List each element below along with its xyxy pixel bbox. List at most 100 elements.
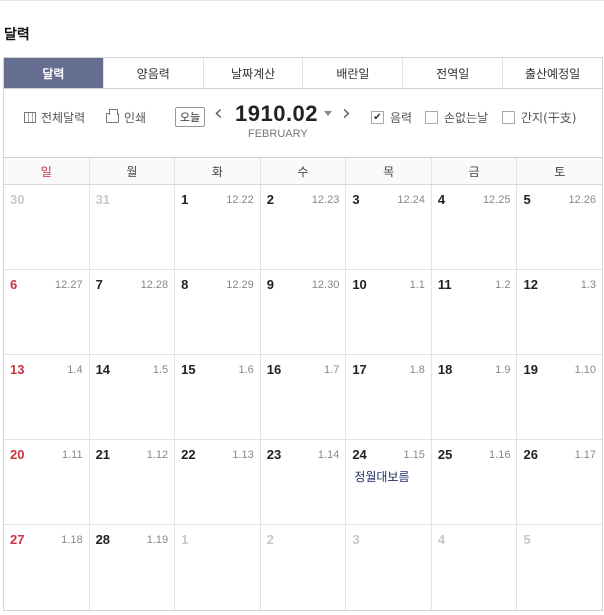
day-cell[interactable]: 21 1.12 [88,440,175,524]
day-number: 22 [181,447,196,462]
tab-date-calc[interactable]: 날짜계산 [202,58,303,88]
day-cell[interactable]: 26 1.17 [516,440,602,524]
day-cell[interactable]: 9 12.30 [259,270,346,354]
calendar-week: 13 1.4 14 1.5 15 1.6 16 1.7 17 1.8 18 1.9 19 1.… [4,355,602,440]
day-cell[interactable]: 15 1.6 [174,355,260,439]
lunar-date: 1.16 [489,449,511,461]
day-number: 11 [437,277,452,292]
print-button[interactable]: 인쇄 [106,108,147,126]
day-number: 24 [352,447,367,462]
day-cell[interactable]: 13 1.4 [4,355,89,439]
year-month-display[interactable]: 1910.02 [235,101,318,127]
day-number: 7 [95,277,103,292]
day-cell[interactable]: 10 1.1 [345,270,431,354]
day-number: 26 [523,447,538,462]
page-title: 달력 [4,27,30,43]
lunar-date: 1.10 [574,364,597,376]
weekday-mon: 월 [88,158,175,184]
weekday-tue: 화 [174,158,260,184]
day-cell[interactable]: 3 [345,525,431,610]
auspicious-day-label: 손없는날 [444,111,489,125]
day-cell[interactable]: 16 1.7 [259,355,346,439]
lunar-date: 1.12 [146,449,169,461]
day-number: 18 [437,362,453,377]
day-cell[interactable]: 4 [430,525,517,610]
tab-solar-lunar[interactable]: 양음력 [102,58,203,88]
month-english: FEBRUARY [248,128,308,140]
caret-down-icon[interactable] [324,111,332,116]
calendar-week: 20 1.11 21 1.12 22 1.13 23 1.14 24 1.15 정월대보름 … [4,440,602,525]
day-cell[interactable]: 5 12.26 [516,185,602,269]
day-number: 3 [352,192,360,207]
day-number: 20 [10,447,25,462]
day-cell[interactable]: 28 1.19 [88,525,175,610]
day-number: 23 [266,447,282,462]
chevron-right-icon[interactable]: › [342,103,351,125]
day-number: 19 [523,362,538,377]
day-cell[interactable]: 23 1.14 [259,440,346,524]
lunar-label: 음력 [390,111,413,125]
lunar-date: 1.7 [324,364,340,376]
day-cell[interactable]: 17 1.8 [345,355,431,439]
chevron-left-icon[interactable]: ‹ [214,103,223,125]
day-cell[interactable]: 27 1.18 [4,525,89,610]
tab-due-date[interactable]: 출산예정일 [502,58,602,88]
day-cell[interactable]: 31 [88,185,175,269]
day-cell[interactable]: 30 [4,185,89,269]
lunar-date: 1.11 [61,449,83,461]
day-cell[interactable]: 8 12.29 [174,270,260,354]
lunar-date: 1.19 [146,534,169,546]
day-cell[interactable]: 25 1.16 [430,440,517,524]
tab-calendar[interactable]: 달력 [4,58,103,88]
calendar-week: 27 1.18 28 1.19 1 2 3 4 5 [4,525,602,610]
day-number: 28 [95,532,111,547]
day-cell[interactable]: 22 1.13 [174,440,260,524]
tab-discharge-date[interactable]: 전역일 [402,58,503,88]
day-cell[interactable]: 3 12.24 [345,185,431,269]
full-calendar-label: 전체달력 [41,111,86,125]
calendar-week: 30 31 1 12.22 2 12.23 3 12.24 4 12.25 5 12.26 [4,185,602,270]
day-cell[interactable]: 2 12.23 [259,185,346,269]
weekday-header: 일 월 화 수 목 금 토 [4,158,602,185]
calendar-week: 6 12.27 7 12.28 8 12.29 9 12.30 10 1.1 11 1.2 … [4,270,602,355]
day-number: 25 [437,447,453,462]
ganji-checkbox[interactable]: 간지(干支) [502,109,576,126]
lunar-checkbox[interactable]: ✔ 음력 [371,109,412,126]
today-button[interactable]: 오늘 [175,107,205,127]
day-number: 3 [352,532,360,547]
weekday-sun: 일 [40,164,52,179]
day-cell[interactable]: 4 12.25 [430,185,517,269]
day-cell[interactable]: 7 12.28 [88,270,175,354]
lunar-date: 12.30 [311,279,340,291]
lunar-date: 1.4 [67,364,83,376]
lunar-date: 1.8 [409,364,425,376]
day-cell[interactable]: 14 1.5 [88,355,175,439]
day-number: 12 [523,277,538,292]
day-cell[interactable]: 20 1.11 [4,440,89,524]
lunar-date: 1.9 [495,364,511,376]
day-cell[interactable]: 1 [174,525,260,610]
day-cell[interactable]: 5 [516,525,602,610]
day-number: 14 [95,362,111,377]
lunar-date: 1.2 [495,279,511,291]
day-number: 10 [352,277,367,292]
day-cell[interactable]: 24 1.15 정월대보름 [345,440,431,524]
day-cell[interactable]: 18 1.9 [430,355,517,439]
weekday-fri: 금 [430,158,517,184]
day-cell[interactable]: 6 12.27 [4,270,89,354]
day-cell[interactable]: 11 1.2 [430,270,517,354]
full-calendar-button[interactable]: 전체달력 [24,109,85,126]
weekday-sat: 토 [516,158,602,184]
tab-ovulation[interactable]: 배란일 [302,58,403,88]
auspicious-day-checkbox[interactable]: 손없는날 [425,109,488,126]
holiday-label: 정월대보름 [354,470,410,484]
day-cell[interactable]: 2 [259,525,346,610]
print-label: 인쇄 [124,111,147,125]
lunar-date: 1.6 [238,364,254,376]
day-number: 16 [266,362,282,377]
day-number: 2 [266,192,274,207]
day-cell[interactable]: 19 1.10 [516,355,602,439]
weekday-wed: 수 [259,158,346,184]
day-cell[interactable]: 1 12.22 [174,185,260,269]
day-cell[interactable]: 12 1.3 [516,270,602,354]
